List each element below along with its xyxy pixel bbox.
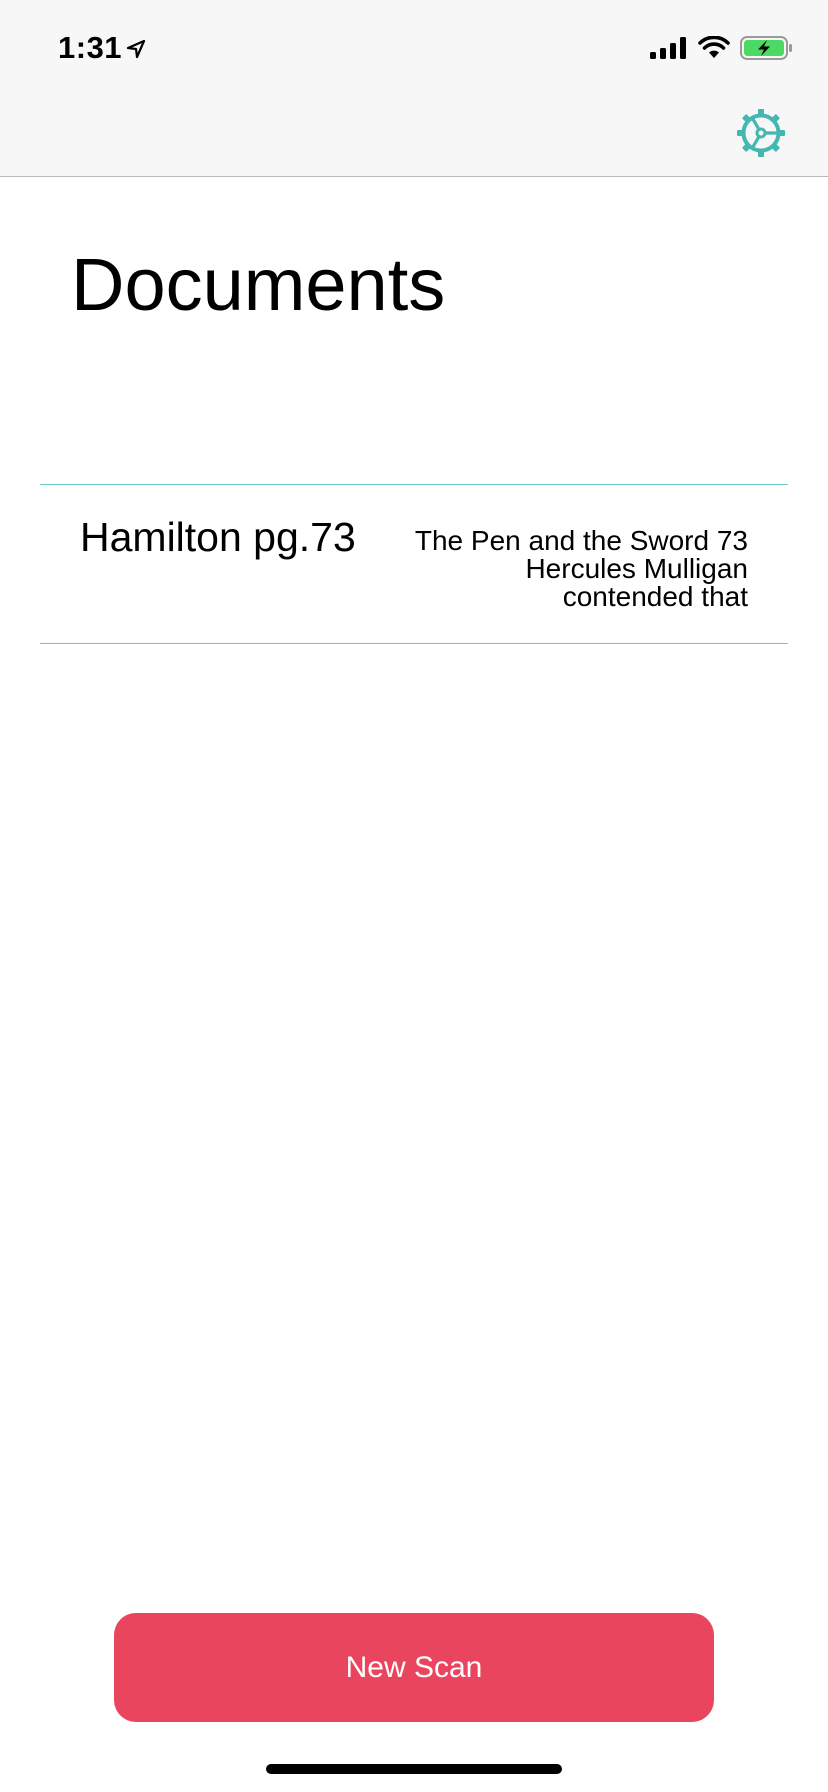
wifi-icon	[698, 36, 730, 58]
signal-icon	[650, 37, 686, 59]
status-time: 1:31	[58, 30, 146, 66]
navigation-bar: 1:31	[0, 0, 828, 177]
status-time-text: 1:31	[58, 30, 123, 65]
document-row[interactable]: Hamilton pg.73 The Pen and the Sword 73 …	[40, 484, 788, 644]
battery-charging-icon	[740, 36, 792, 60]
documents-screen: 1:31 Documents Hamilton pg.73 The Pen an…	[0, 0, 828, 1792]
home-indicator[interactable]	[266, 1764, 562, 1774]
new-scan-button[interactable]: New Scan	[114, 1613, 714, 1722]
location-arrow-icon	[126, 39, 146, 59]
page-title: Documents	[71, 243, 446, 326]
new-scan-label: New Scan	[345, 1650, 483, 1684]
status-icons	[650, 36, 794, 60]
document-list: Hamilton pg.73 The Pen and the Sword 73 …	[40, 484, 788, 644]
gear-icon	[737, 109, 785, 157]
document-preview: The Pen and the Sword 73 Hercules Mullig…	[414, 527, 748, 611]
document-name: Hamilton pg.73	[80, 514, 356, 560]
settings-button[interactable]	[736, 108, 786, 158]
